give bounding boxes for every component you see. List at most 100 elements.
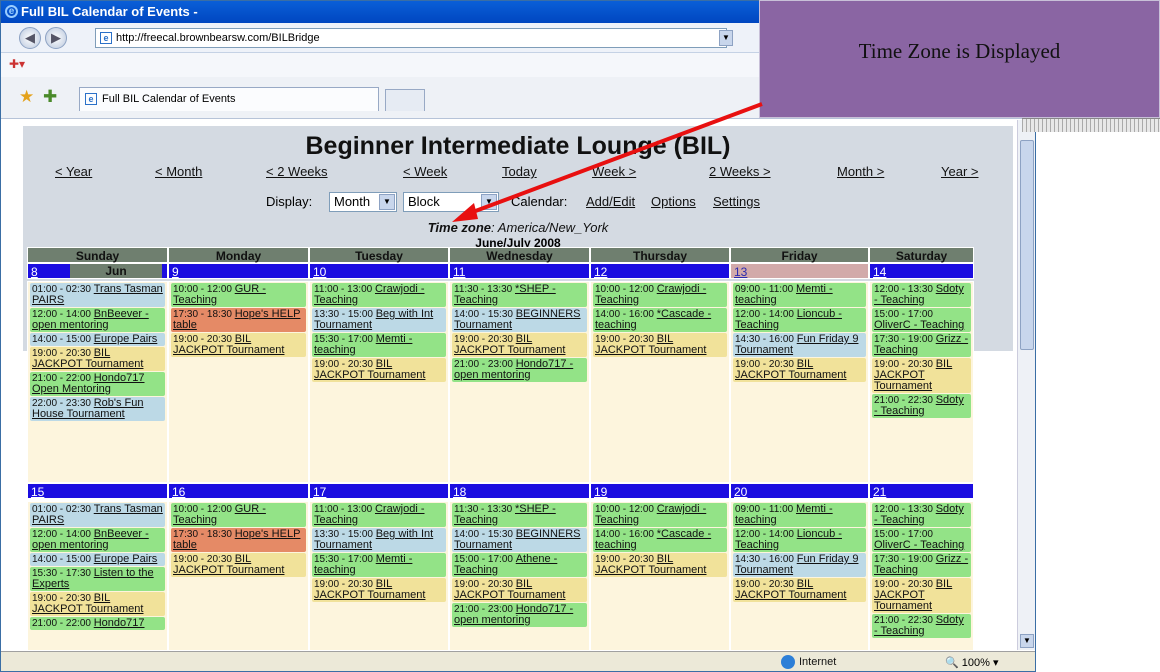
ruler-strip xyxy=(1022,118,1160,132)
add-favorites-icon[interactable]: ✚ xyxy=(43,87,57,107)
event-link[interactable]: OliverC - Teaching xyxy=(874,319,964,331)
event-link[interactable]: Hondo717 xyxy=(94,617,145,629)
date-week1-fri[interactable]: 13 xyxy=(730,263,869,279)
date-number: 18 xyxy=(453,485,467,499)
date-week2-tue[interactable]: 17 xyxy=(309,483,449,499)
new-tab-button[interactable] xyxy=(385,89,425,111)
nav-prev-year[interactable]: < Year xyxy=(55,164,92,179)
event-entry: 11:00 - 13:00 Crawjodi - Teaching xyxy=(312,283,446,307)
event-entry: 21:00 - 23:00 Hondo717 - open mentoring xyxy=(452,603,587,627)
date-navigation: < Year < Month < 2 Weeks < Week Today We… xyxy=(23,164,1013,184)
security-zone[interactable]: Internet xyxy=(781,655,836,669)
day-header-tue: Tuesday xyxy=(309,247,449,263)
event-entry: 19:00 - 20:30 BIL JACKPOT Tournament xyxy=(312,358,446,382)
date-week1-tue[interactable]: 10 xyxy=(309,263,449,279)
date-week1-sat[interactable]: 14 xyxy=(869,263,974,279)
date-number: 19 xyxy=(594,485,608,499)
date-week1-wed[interactable]: 11 xyxy=(449,263,590,279)
event-entry: 19:00 - 20:30 BIL JACKPOT Tournament xyxy=(452,578,587,602)
event-entry: 15:00 - 17:00 Athene - Teaching xyxy=(452,553,587,577)
address-url: http://freecal.brownbearsw.com/BILBridge xyxy=(116,32,320,44)
display-style-select[interactable]: Block ▼ xyxy=(403,192,499,212)
calendar-grid: Sunday Monday Tuesday Wednesday Thursday Frid… xyxy=(27,247,974,650)
date-week1-mon[interactable]: 9 xyxy=(168,263,309,279)
date-number: 21 xyxy=(873,485,887,499)
event-entry: 17:30 - 18:30 Hope's HELP table xyxy=(171,528,306,552)
settings-link[interactable]: Settings xyxy=(713,194,760,209)
options-link[interactable]: Options xyxy=(651,194,696,209)
nav-today[interactable]: Today xyxy=(502,164,537,179)
nav-next-month[interactable]: Month > xyxy=(837,164,884,179)
forward-button[interactable]: ▶ xyxy=(45,27,67,49)
event-entry: 10:00 - 12:00 GUR - Teaching xyxy=(171,503,306,527)
date-week1-sun[interactable]: 8 Jun xyxy=(27,263,168,279)
event-entry: 21:00 - 22:00 Hondo717 Open Mentoring xyxy=(30,372,165,396)
event-entry: 22:00 - 23:30 Rob's Fun House Tournament xyxy=(30,397,165,421)
event-entry: 19:00 - 20:30 BIL JACKPOT Tournament xyxy=(872,358,971,393)
event-entry: 15:30 - 17:00 Memti - teaching xyxy=(312,553,446,577)
event-entry: 11:00 - 13:00 Crawjodi - Teaching xyxy=(312,503,446,527)
event-entry: 14:30 - 16:00 Fun Friday 9 Tournament xyxy=(733,333,866,357)
favorites-star-icon[interactable]: ★ xyxy=(19,87,34,107)
active-tab[interactable]: e Full BIL Calendar of Events xyxy=(79,87,379,111)
nav-next-year[interactable]: Year > xyxy=(941,164,978,179)
event-entry: 19:00 - 20:30 BIL JACKPOT Tournament xyxy=(171,333,306,357)
scroll-thumb[interactable] xyxy=(1020,140,1034,350)
day-header-sun: Sunday xyxy=(27,247,168,263)
vertical-scrollbar[interactable]: ▼ xyxy=(1017,120,1035,650)
calendar-label: Calendar: xyxy=(511,194,568,209)
nav-prev-month[interactable]: < Month xyxy=(155,164,202,179)
event-entry: 12:00 - 14:00 Lioncub - Teaching xyxy=(733,308,866,332)
date-week2-mon[interactable]: 16 xyxy=(168,483,309,499)
event-entry: 15:30 - 17:00 Memti - teaching xyxy=(312,333,446,357)
event-entry: 14:00 - 16:00 *Cascade - teaching xyxy=(593,528,727,552)
zoom-value: 100% xyxy=(961,657,990,669)
zone-label: Internet xyxy=(799,655,837,668)
nav-next-2weeks[interactable]: 2 Weeks > xyxy=(709,164,771,179)
callout-box: Time Zone is Displayed xyxy=(759,0,1160,118)
date-week2-sun[interactable]: 15 xyxy=(27,483,168,499)
scroll-down-icon[interactable]: ▼ xyxy=(1020,634,1034,648)
day-header-sat: Saturday xyxy=(869,247,974,263)
zoom-level[interactable]: 🔍 100% ▾ xyxy=(945,656,998,669)
event-entry: 17:30 - 19:00 Grizz - Teaching xyxy=(872,333,971,357)
time-zone-label: Time zone xyxy=(427,220,492,235)
nav-next-week[interactable]: Week > xyxy=(592,164,636,179)
event-time: 14:00 - 15:00 xyxy=(32,334,94,345)
event-link[interactable]: Europe Pairs xyxy=(94,553,158,565)
event-entry: 19:00 - 20:30 BIL JACKPOT Tournament xyxy=(30,592,165,616)
day-cell-week2-tue: 11:00 - 13:00 Crawjodi - Teaching 13:30 -… xyxy=(309,501,449,650)
event-entry: 12:00 - 13:30 Sdoty - Teaching xyxy=(872,503,971,527)
nav-prev-week[interactable]: < Week xyxy=(403,164,447,179)
date-week1-thu[interactable]: 12 xyxy=(590,263,730,279)
event-entry: 19:00 - 20:30 BIL JACKPOT Tournament xyxy=(452,333,587,357)
event-link[interactable]: OliverC - Teaching xyxy=(874,539,964,551)
address-dropdown-button[interactable]: ▼ xyxy=(719,30,733,46)
display-mode-select[interactable]: Month ▼ xyxy=(329,192,397,212)
event-entry: 14:00 - 15:00 Europe Pairs xyxy=(30,553,165,566)
event-entry: 19:00 - 20:30 BIL JACKPOT Tournament xyxy=(593,333,727,357)
date-week2-fri[interactable]: 20 xyxy=(730,483,869,499)
globe-icon xyxy=(781,655,795,669)
date-week2-sat[interactable]: 21 xyxy=(869,483,974,499)
nav-prev-2weeks[interactable]: < 2 Weeks xyxy=(266,164,328,179)
back-button[interactable]: ◀ xyxy=(19,27,41,49)
date-number: 20 xyxy=(734,485,748,499)
toolbar-icon[interactable]: ✚▾ xyxy=(9,57,25,71)
date-week2-thu[interactable]: 19 xyxy=(590,483,730,499)
date-week2-wed[interactable]: 18 xyxy=(449,483,590,499)
add-edit-link[interactable]: Add/Edit xyxy=(586,194,635,209)
event-entry: 10:00 - 12:00 Crawjodi - Teaching xyxy=(593,283,727,307)
day-header-thu: Thursday xyxy=(590,247,730,263)
time-zone-display: Time zone: America/New_York xyxy=(23,220,1013,235)
display-controls: Display: Month ▼ Block ▼ Calendar: Add/E… xyxy=(23,192,1013,214)
address-bar[interactable]: e http://freecal.brownbearsw.com/BILBrid… xyxy=(95,28,727,48)
date-number: 8 xyxy=(31,265,38,279)
event-link[interactable]: Europe Pairs xyxy=(94,333,158,345)
event-entry: 19:00 - 20:30 BIL JACKPOT Tournament xyxy=(872,578,971,613)
event-entry: 15:30 - 17:30 Listen to the Experts xyxy=(30,567,165,591)
tab-page-icon: e xyxy=(85,93,97,105)
time-zone-value: : America/New_York xyxy=(491,220,609,235)
event-entry: 21:00 - 23:00 Hondo717 - open mentoring xyxy=(452,358,587,382)
display-style-value: Block xyxy=(408,194,440,209)
